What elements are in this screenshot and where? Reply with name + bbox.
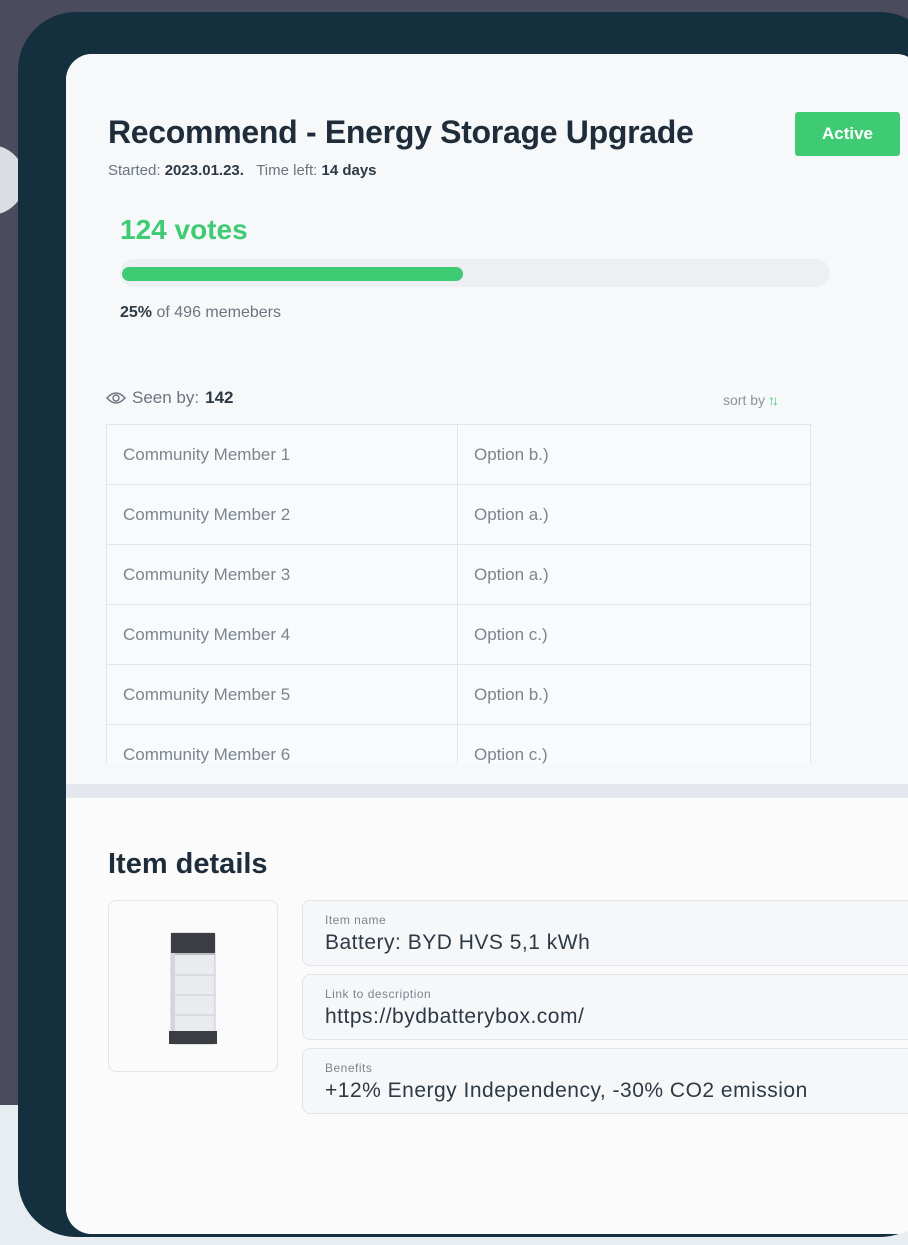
vote-option: Option c.) [457, 724, 811, 764]
battery-image [169, 932, 217, 1045]
device-frame: Recommend - Energy Storage Upgrade Activ… [18, 12, 908, 1237]
started-label: Started: [108, 162, 161, 179]
vote-progress-fill [122, 267, 463, 281]
started-value: 2023.01.23. [164, 162, 244, 179]
votes-table[interactable]: Community Member 1 Option b.) Community Me… [106, 424, 811, 764]
vote-option: Option b.) [457, 424, 811, 485]
benefits-label: Benefits [325, 1061, 373, 1075]
product-image-card[interactable] [108, 900, 278, 1072]
table-row[interactable]: Community Member 5 Option b.) [106, 664, 811, 725]
vote-option: Option a.) [457, 544, 811, 605]
link-label: Link to description [325, 987, 432, 1001]
seen-by: Seen by: 142 [106, 388, 233, 408]
member-name: Community Member 6 [106, 724, 458, 764]
member-name: Community Member 3 [106, 544, 458, 605]
table-row[interactable]: Community Member 3 Option a.) [106, 544, 811, 605]
member-name: Community Member 4 [106, 604, 458, 665]
item-name-value: Battery: BYD HVS 5,1 kWh [325, 931, 591, 954]
seen-label: Seen by: [132, 388, 200, 407]
seen-count: 142 [205, 388, 234, 407]
votes-count: 124 votes [120, 214, 248, 245]
vote-option: Option a.) [457, 484, 811, 545]
status-badge: Active [795, 112, 900, 156]
section-divider [66, 784, 908, 798]
eye-icon [106, 392, 126, 404]
members-text: of 496 memebers [156, 304, 281, 321]
poll-meta: Started: 2023.01.23. Time left: 14 days [108, 162, 377, 179]
percent-value: 25% [120, 304, 153, 321]
table-row[interactable]: Community Member 4 Option c.) [106, 604, 811, 665]
benefits-value: +12% Energy Independency, -30% CO2 emiss… [325, 1079, 808, 1102]
item-details-title: Item details [108, 848, 268, 880]
link-field[interactable]: Link to description https://bydbatterybo… [302, 974, 908, 1040]
benefits-field[interactable]: Benefits +12% Energy Independency, -30% … [302, 1048, 908, 1114]
table-row[interactable]: Community Member 6 Option c.) [106, 724, 811, 764]
table-row[interactable]: Community Member 2 Option a.) [106, 484, 811, 545]
item-details-section: Item details Item name Battery: BYD HVS … [66, 798, 908, 1234]
member-name: Community Member 2 [106, 484, 458, 545]
sort-button[interactable]: sort by ↑↓ [723, 392, 779, 408]
link-value: https://bydbatterybox.com/ [325, 1005, 585, 1028]
poll-section: Recommend - Energy Storage Upgrade Activ… [66, 54, 908, 784]
vote-progress-bar [120, 259, 830, 287]
poll-title: Recommend - Energy Storage Upgrade [108, 114, 694, 150]
item-name-field[interactable]: Item name Battery: BYD HVS 5,1 kWh [302, 900, 908, 966]
time-left-label: Time left: [256, 162, 318, 179]
app-screen: Recommend - Energy Storage Upgrade Activ… [66, 54, 908, 1234]
members-summary: 25% of 496 memebers [120, 304, 281, 322]
sort-arrows-icon: ↑↓ [768, 392, 779, 408]
member-name: Community Member 5 [106, 664, 458, 725]
time-left-value: 14 days [321, 162, 377, 179]
member-name: Community Member 1 [106, 424, 458, 485]
vote-option: Option b.) [457, 664, 811, 725]
vote-option: Option c.) [457, 604, 811, 665]
sort-label: sort by [723, 392, 766, 408]
item-name-label: Item name [325, 913, 387, 927]
table-row[interactable]: Community Member 1 Option b.) [106, 424, 811, 485]
